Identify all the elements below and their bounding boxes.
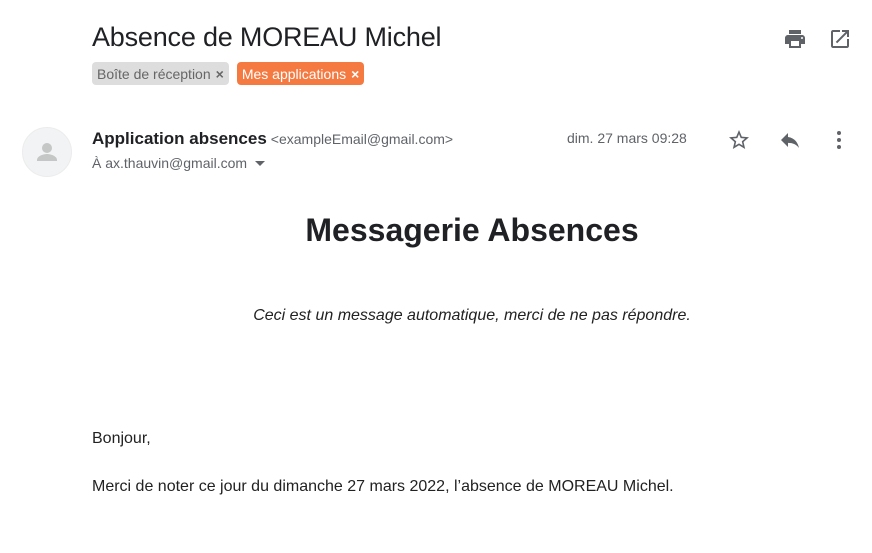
label-chip-inbox: Boîte de réception ×	[92, 62, 229, 85]
remove-label-icon[interactable]: ×	[216, 66, 224, 82]
open-in-new-window-icon[interactable]	[828, 27, 852, 51]
label-chip-text: Mes applications	[241, 65, 347, 82]
email-date: dim. 27 mars 09:28	[567, 130, 687, 146]
recipient-text: À ax.thauvin@gmail.com	[92, 155, 248, 171]
email-subject: Absence de MOREAU Michel	[92, 22, 442, 52]
auto-message-note: Ceci est un message automatique, merci d…	[253, 307, 691, 324]
message-heading: Messagerie Absences	[305, 212, 639, 248]
label-chip-text: Boîte de réception	[97, 65, 211, 82]
chevron-down-icon[interactable]	[255, 160, 266, 166]
sender-name[interactable]: Application absences	[92, 129, 267, 149]
message-greeting: Bonjour,	[92, 430, 151, 447]
print-icon[interactable]	[783, 27, 807, 51]
sender-email: <exampleEmail@gmail.com>	[270, 131, 454, 147]
more-vert-icon[interactable]	[827, 128, 851, 152]
avatar[interactable]	[22, 127, 72, 177]
message-text: Merci de noter ce jour du dimanche 27 ma…	[92, 478, 674, 495]
avatar-person-icon	[37, 143, 57, 161]
star-icon[interactable]	[727, 128, 751, 152]
reply-icon[interactable]	[778, 128, 802, 152]
recipient-line: À ax.thauvin@gmail.com	[92, 155, 266, 171]
remove-label-icon[interactable]: ×	[351, 66, 359, 82]
sender-line: Application absences <exampleEmail@gmail…	[92, 129, 453, 149]
label-chip-applications: Mes applications ×	[236, 62, 365, 85]
label-list: Boîte de réception × Mes applications ×	[92, 62, 365, 85]
